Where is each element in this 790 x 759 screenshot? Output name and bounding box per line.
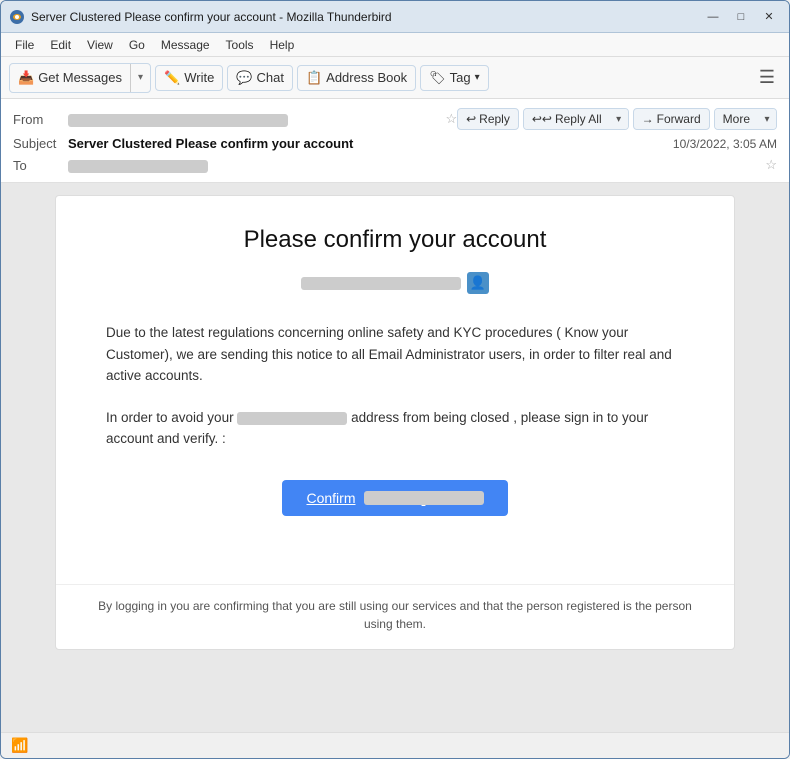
toolbar: 📥 Get Messages ▾ ✏️ Write 💬 Chat 📋 Addre… — [1, 57, 789, 99]
from-star-icon[interactable]: ☆ — [445, 111, 457, 127]
subject-label: Subject — [13, 136, 68, 151]
window-title: Server Clustered Please confirm your acc… — [31, 10, 701, 24]
get-messages-group: 📥 Get Messages ▾ — [9, 63, 151, 93]
person-icon: 👤 — [470, 275, 486, 291]
menu-help[interactable]: Help — [262, 36, 303, 54]
reply-actions: ↩ Reply ↩↩ Reply All ▾ → Forward More — [457, 108, 777, 130]
from-row: From ☆ ↩ Reply ↩↩ Reply All ▾ — [13, 105, 777, 133]
confirm-button[interactable]: Confirm — [282, 480, 507, 516]
statusbar: 📶 — [1, 732, 789, 758]
menu-edit[interactable]: Edit — [42, 36, 79, 54]
app-icon — [9, 9, 25, 25]
menu-file[interactable]: File — [7, 36, 42, 54]
write-icon: ✏️ — [164, 70, 180, 86]
to-star-icon[interactable]: ☆ — [765, 157, 777, 173]
reply-button[interactable]: ↩ Reply — [457, 108, 519, 130]
email-content-card: Please confirm your account 👤 Due to the… — [55, 195, 735, 650]
chat-button[interactable]: 💬 Chat — [227, 65, 293, 91]
email-timestamp: 10/3/2022, 3:05 AM — [673, 137, 777, 151]
more-dropdown[interactable]: ▾ — [758, 109, 776, 129]
email-paragraph-2: In order to avoid your address from bein… — [106, 407, 684, 450]
more-button[interactable]: More — [715, 109, 758, 129]
menubar: File Edit View Go Message Tools Help — [1, 33, 789, 57]
to-value — [68, 157, 759, 172]
email-inner: Please confirm your account 👤 Due to the… — [56, 196, 734, 584]
minimize-button[interactable]: — — [701, 7, 725, 27]
email-paragraph-1: Due to the latest regulations concerning… — [106, 322, 684, 387]
email-address-blurred — [237, 412, 347, 425]
reply-all-group: ↩↩ Reply All ▾ — [523, 108, 629, 130]
more-label: More — [723, 112, 750, 126]
recipient-blurred — [301, 277, 461, 290]
overflow-menu-icon[interactable]: ☰ — [753, 63, 781, 92]
to-label: To — [13, 158, 68, 173]
email-header: From ☆ ↩ Reply ↩↩ Reply All ▾ — [1, 99, 789, 183]
email-body-wrapper: Please confirm your account 👤 Due to the… — [1, 183, 789, 732]
tag-dropdown-icon: ▾ — [475, 72, 480, 83]
confirm-url-blurred — [364, 491, 484, 505]
address-book-icon: 📋 — [306, 70, 322, 86]
chat-icon: 💬 — [236, 70, 252, 86]
window-controls: — □ ✕ — [701, 7, 781, 27]
envelope-icon: 📥 — [18, 70, 34, 86]
forward-button[interactable]: → Forward — [633, 108, 710, 130]
address-book-label: Address Book — [326, 70, 407, 85]
maximize-button[interactable]: □ — [729, 7, 753, 27]
reply-all-icon: ↩↩ — [532, 112, 552, 126]
email-footer: By logging in you are confirming that yo… — [56, 584, 734, 649]
tag-button[interactable]: 🏷 Tag ▾ — [420, 65, 489, 91]
from-blurred — [68, 114, 288, 127]
reply-all-button[interactable]: ↩↩ Reply All — [524, 109, 610, 129]
more-group: More ▾ — [714, 108, 777, 130]
from-label: From — [13, 112, 68, 127]
menu-tools[interactable]: Tools — [218, 36, 262, 54]
write-label: Write — [184, 70, 214, 85]
close-button[interactable]: ✕ — [757, 7, 781, 27]
paragraph2-before: In order to avoid your — [106, 410, 234, 425]
get-messages-button[interactable]: 📥 Get Messages — [10, 66, 130, 90]
confirm-button-wrapper: Confirm — [106, 470, 684, 526]
tag-icon: 🏷 — [429, 70, 446, 86]
confirm-label: Confirm — [306, 490, 355, 506]
reply-label: Reply — [479, 112, 510, 126]
forward-label: Forward — [657, 112, 701, 126]
to-row: To ☆ — [13, 154, 777, 176]
to-blurred — [68, 160, 208, 173]
subject-value: Server Clustered Please confirm your acc… — [68, 136, 665, 151]
tag-label: Tag — [450, 70, 471, 85]
write-button[interactable]: ✏️ Write — [155, 65, 223, 91]
from-value — [68, 111, 439, 126]
reply-all-label: Reply All — [555, 112, 602, 126]
titlebar: Server Clustered Please confirm your acc… — [1, 1, 789, 33]
menu-message[interactable]: Message — [153, 36, 218, 54]
recipient-avatar: 👤 — [467, 272, 489, 294]
connection-icon: 📶 — [11, 737, 28, 754]
email-heading: Please confirm your account — [106, 226, 684, 254]
address-book-button[interactable]: 📋 Address Book — [297, 65, 416, 91]
menu-go[interactable]: Go — [121, 36, 153, 54]
reply-icon: ↩ — [466, 112, 476, 126]
subject-row: Subject Server Clustered Please confirm … — [13, 133, 777, 154]
reply-all-dropdown[interactable]: ▾ — [610, 109, 628, 129]
menu-view[interactable]: View — [79, 36, 121, 54]
recipient-row: 👤 — [106, 272, 684, 294]
chat-label: Chat — [257, 70, 284, 85]
forward-icon: → — [642, 112, 654, 126]
get-messages-label: Get Messages — [38, 70, 122, 85]
get-messages-dropdown[interactable]: ▾ — [130, 64, 150, 92]
